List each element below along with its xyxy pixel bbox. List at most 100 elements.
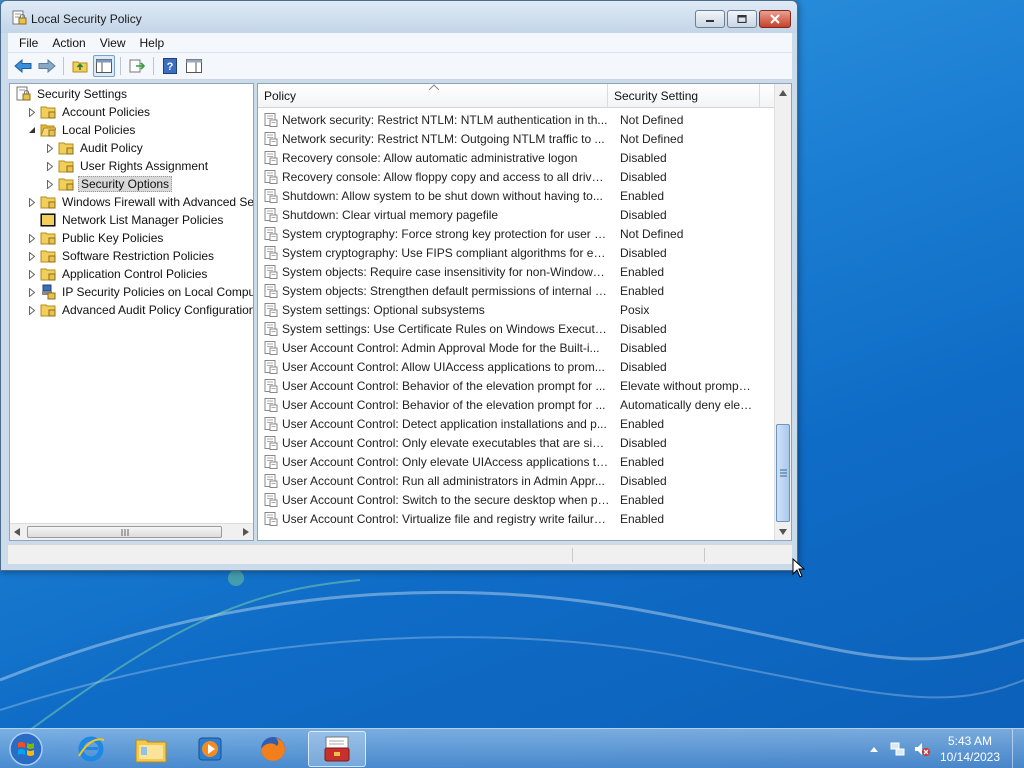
column-header-policy-label: Policy [264,89,297,103]
tree-scroll-thumb[interactable] [27,526,222,538]
title-bar[interactable]: Local Security Policy [1,1,797,33]
help-button[interactable]: ? [159,55,181,77]
policy-setting-icon [264,131,278,146]
expand-arrow-icon[interactable] [27,251,37,261]
expand-arrow-icon[interactable] [45,161,55,171]
tree-item-public-key-policies[interactable]: Public Key Policies [27,229,165,247]
tree-item-account-policies[interactable]: Account Policies [27,103,152,121]
table-row[interactable]: User Account Control: Only elevate execu… [258,433,775,452]
expand-arrow-icon[interactable] [27,233,37,243]
tree-item-audit-policy[interactable]: Audit Policy [45,139,145,157]
table-row[interactable]: System settings: Use Certificate Rules o… [258,319,775,338]
tree-item-software-restriction-policies[interactable]: Software Restriction Policies [27,247,216,265]
tree-item-local-policies[interactable]: Local Policies [27,121,137,139]
menu-file[interactable]: File [12,36,45,50]
expand-arrow-icon[interactable] [27,107,37,117]
menu-view[interactable]: View [93,36,133,50]
table-row[interactable]: User Account Control: Behavior of the el… [258,376,775,395]
table-row[interactable]: User Account Control: Virtualize file an… [258,509,775,528]
taskbar: 5:43 AM 10/14/2023 [0,728,1024,768]
export-list-button[interactable] [126,55,148,77]
column-header-policy[interactable]: Policy [258,84,608,108]
table-row[interactable]: Recovery console: Allow automatic admini… [258,148,775,167]
security-setting-value: Enabled [620,416,665,431]
tree-horizontal-scrollbar[interactable] [10,523,253,540]
up-one-level-button[interactable] [69,55,91,77]
menu-help[interactable]: Help [133,36,172,50]
column-header-setting-label: Security Setting [614,89,699,103]
expand-arrow-icon[interactable] [27,305,37,315]
volume-tray-button[interactable] [914,741,930,757]
policy-name: Shutdown: Clear virtual memory pagefile [282,207,499,222]
policy-name: System objects: Strengthen default permi… [282,283,611,298]
table-row[interactable]: User Account Control: Admin Approval Mod… [258,338,775,357]
menu-action[interactable]: Action [45,36,92,50]
table-row[interactable]: User Account Control: Switch to the secu… [258,490,775,509]
table-row[interactable]: Recovery console: Allow floppy copy and … [258,167,775,186]
scroll-right-icon [243,528,249,536]
list-scroll-thumb[interactable] [776,424,790,522]
show-hide-console-tree-button[interactable] [93,55,115,77]
forward-button[interactable] [36,55,58,77]
start-button[interactable] [6,731,46,767]
security-setting-value: Enabled [620,264,665,279]
expand-arrow-icon[interactable] [45,179,55,189]
tree-item-user-rights-assignment[interactable]: User Rights Assignment [45,157,210,175]
show-hidden-icons-button[interactable] [866,741,882,757]
policy-list-view[interactable]: Policy Security Setting Network security… [257,83,792,541]
table-row[interactable]: User Account Control: Detect application… [258,414,775,433]
scroll-down-button[interactable] [775,523,791,540]
tree-item-security-settings[interactable]: Security Settings [15,85,129,103]
expand-arrow-icon[interactable] [45,143,55,153]
security-setting-value: Disabled [620,473,667,488]
properties-pane-icon [186,59,202,73]
network-tray-button[interactable] [890,741,906,757]
system-clock[interactable]: 5:43 AM 10/14/2023 [930,733,1010,765]
close-button[interactable] [759,10,791,28]
folder-icon [40,104,56,120]
expand-arrow-icon[interactable] [27,287,37,297]
maximize-button[interactable] [727,10,757,28]
list-vertical-scrollbar[interactable] [774,84,791,540]
taskbar-media-player[interactable] [182,731,240,767]
table-row[interactable]: System settings: Optional subsystems Posi… [258,300,775,319]
table-row[interactable]: Network security: Restrict NTLM: Outgoin… [258,129,775,148]
taskbar-local-security-policy[interactable] [308,731,366,767]
tree-item-ip-security-policies-on-local-compute[interactable]: IP Security Policies on Local Compute [27,283,253,301]
table-row[interactable]: Shutdown: Clear virtual memory pagefile D… [258,205,775,224]
table-row[interactable]: System objects: Require case insensitivi… [258,262,775,281]
back-arrow-icon [14,59,32,73]
minimize-button[interactable] [695,10,725,28]
policy-setting-icon [264,511,278,526]
tree-item-security-options[interactable]: Security Options [45,175,173,193]
table-row[interactable]: System cryptography: Use FIPS compliant … [258,243,775,262]
tree-item-application-control-policies[interactable]: Application Control Policies [27,265,209,283]
back-button[interactable] [12,55,34,77]
column-header-security-setting[interactable]: Security Setting [608,84,760,108]
show-hide-action-pane-button[interactable] [183,55,205,77]
console-tree[interactable]: Advanced Audit Policy Configuration IP Se… [9,83,254,541]
table-row[interactable]: Network security: Restrict NTLM: NTLM au… [258,110,775,129]
folder-dark-icon [40,212,56,228]
table-row[interactable]: User Account Control: Behavior of the el… [258,395,775,414]
collapse-arrow-icon[interactable] [27,125,37,135]
tree-item-advanced-audit-policy-configuration[interactable]: Advanced Audit Policy Configuration [27,301,253,319]
show-desktop-button[interactable] [1012,729,1024,768]
policy-setting-icon [264,283,278,298]
expand-arrow-icon[interactable] [27,197,37,207]
taskbar-firefox[interactable] [244,731,302,767]
tree-item-windows-firewall-with-advanced-secu[interactable]: Windows Firewall with Advanced Secu [27,193,253,211]
volume-muted-icon [915,743,930,756]
scroll-up-button[interactable] [775,84,791,101]
taskbar-internet-explorer[interactable] [62,731,120,767]
table-row[interactable]: User Account Control: Only elevate UIAcc… [258,452,775,471]
table-row[interactable]: System cryptography: Force strong key pr… [258,224,775,243]
table-row[interactable]: System objects: Strengthen default permi… [258,281,775,300]
table-row[interactable]: Shutdown: Allow system to be shut down w… [258,186,775,205]
taskbar-windows-explorer[interactable] [122,731,180,767]
table-row[interactable]: User Account Control: Run all administra… [258,471,775,490]
security-setting-value: Elevate without prompti... [620,378,754,393]
expand-arrow-icon[interactable] [27,269,37,279]
table-row[interactable]: User Account Control: Allow UIAccess app… [258,357,775,376]
tree-item-network-list-manager-policies[interactable]: Network List Manager Policies [27,211,225,229]
